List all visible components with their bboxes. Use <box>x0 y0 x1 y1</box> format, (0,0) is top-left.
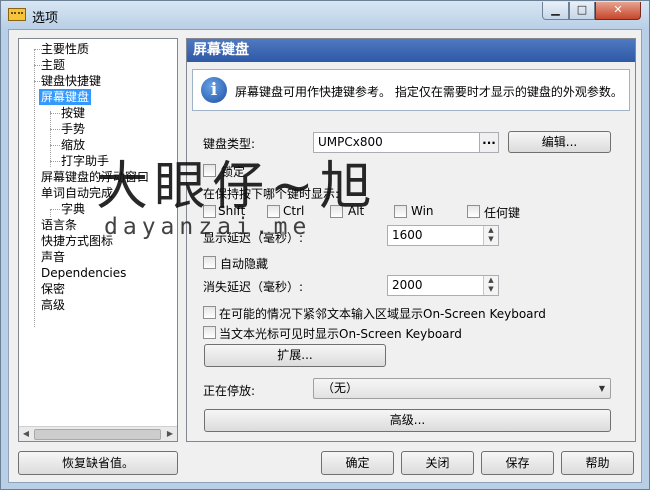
spin-down-icon[interactable]: ▼ <box>484 235 498 244</box>
tree-horizontal-scrollbar[interactable]: ◀ ▶ <box>19 426 177 441</box>
minimize-icon: ▁ <box>551 3 560 16</box>
caret-visible-checkbox[interactable] <box>203 326 216 339</box>
near-text-label: 在可能的情况下紧邻文本输入区域显示On-Screen Keyboard <box>219 307 546 321</box>
spin-up-icon[interactable]: ▲ <box>484 276 498 285</box>
tree-item-shortcuts[interactable]: 键盘快捷键 <box>41 73 101 89</box>
tree-item-dependencies[interactable]: Dependencies <box>41 265 126 281</box>
tree-item-zoom[interactable]: 缩放 <box>61 137 85 153</box>
shift-label: Shift <box>218 204 246 218</box>
tree-line <box>50 161 60 162</box>
docking-value: （无） <box>322 381 359 395</box>
maximize-icon: □ <box>576 3 588 16</box>
help-button[interactable]: 帮助 <box>561 451 634 475</box>
ok-button[interactable]: 确定 <box>321 451 394 475</box>
tree-line <box>50 113 60 114</box>
tree-line <box>50 209 60 210</box>
show-delay-spinner[interactable]: ▲ ▼ <box>483 226 498 245</box>
show-delay-label: 显示延迟（毫秒）: <box>203 231 304 245</box>
edit-keyboard-button[interactable]: 编辑... <box>508 131 611 153</box>
tree-line <box>34 49 35 327</box>
tree-item-sound[interactable]: 声音 <box>41 249 65 265</box>
info-box: i 屏幕键盘可用作快捷键参考。 指定仅在需要时才显示的键盘的外观参数。 <box>192 69 630 111</box>
panel-title: 屏幕键盘 <box>187 39 635 62</box>
auto-hide-checkbox[interactable] <box>203 256 216 269</box>
hide-delay-input[interactable]: 2000 ▲ ▼ <box>387 275 499 296</box>
close-button[interactable]: 关闭 <box>401 451 474 475</box>
tree-item-word-autocomplete[interactable]: 单词自动完成 <box>41 185 113 201</box>
alt-label: Alt <box>348 204 365 218</box>
win-checkbox[interactable] <box>394 205 407 218</box>
tree-item-keys[interactable]: 按键 <box>61 105 85 121</box>
lock-checkbox[interactable] <box>203 164 216 177</box>
ctrl-label: Ctrl <box>283 204 305 218</box>
alt-checkbox[interactable] <box>330 205 343 218</box>
any-key-checkbox[interactable] <box>467 205 480 218</box>
close-icon: ✕ <box>613 3 623 16</box>
show-delay-value: 1600 <box>392 228 423 242</box>
show-delay-input[interactable]: 1600 ▲ ▼ <box>387 225 499 246</box>
tree-item-theme[interactable]: 主题 <box>41 57 65 73</box>
near-text-checkbox[interactable] <box>203 306 216 319</box>
save-button[interactable]: 保存 <box>481 451 554 475</box>
info-icon: i <box>201 77 227 103</box>
lock-label: 锁定 <box>221 165 246 179</box>
tree-item-gestures[interactable]: 手势 <box>61 121 85 137</box>
dialog-client-area: 主要性质 主题 键盘快捷键 屏幕键盘 按键 手势 缩放 打字助手 屏幕键盘的浮动… <box>8 29 642 483</box>
restore-defaults-button[interactable]: 恢复缺省值。 <box>18 451 178 475</box>
close-window-button[interactable]: ✕ <box>595 2 641 20</box>
tree-item-main-properties[interactable]: 主要性质 <box>41 41 89 57</box>
hold-key-label: 在保持按下哪个键时显示: <box>203 187 340 201</box>
tree-item-shortcut-icons[interactable]: 快捷方式图标 <box>41 233 113 249</box>
tree-line <box>50 129 60 130</box>
minimize-button[interactable]: ▁ <box>542 2 569 20</box>
options-window: 选项 ▁ □ ✕ 主要性质 主题 键盘快捷键 屏幕键盘 按键 手势 缩放 打字助… <box>0 0 650 490</box>
browse-keyboard-button[interactable]: ... <box>479 133 498 152</box>
scroll-left-icon[interactable]: ◀ <box>19 427 33 441</box>
maximize-button[interactable]: □ <box>569 2 595 20</box>
scroll-right-icon[interactable]: ▶ <box>163 427 177 441</box>
onscreen-keyboard-panel: 屏幕键盘 i 屏幕键盘可用作快捷键参考。 指定仅在需要时才显示的键盘的外观参数。… <box>186 38 636 442</box>
scrollbar-thumb[interactable] <box>34 429 161 440</box>
tree-line <box>50 111 51 167</box>
keyboard-type-field[interactable]: UMPCx800 ... <box>313 132 499 153</box>
keyboard-type-label: 键盘类型: <box>203 137 256 151</box>
extend-button[interactable]: 扩展... <box>204 344 386 367</box>
ctrl-checkbox[interactable] <box>267 205 280 218</box>
tree-line <box>50 145 60 146</box>
info-text: 屏幕键盘可用作快捷键参考。 指定仅在需要时才显示的键盘的外观参数。 <box>235 85 623 99</box>
tree-item-language-bar[interactable]: 语言条 <box>41 217 77 233</box>
shift-checkbox[interactable] <box>203 205 216 218</box>
docking-select[interactable]: （无） ▼ <box>313 378 611 399</box>
hide-delay-spinner[interactable]: ▲ ▼ <box>483 276 498 295</box>
tree-item-floating-window[interactable]: 屏幕键盘的浮动窗口 <box>41 169 149 185</box>
hide-delay-value: 2000 <box>392 278 423 292</box>
tree-line <box>50 209 51 217</box>
window-title: 选项 <box>32 11 59 26</box>
docking-label: 正在停放: <box>203 384 256 398</box>
advanced-button[interactable]: 高级... <box>204 409 611 432</box>
auto-hide-label: 自动隐藏 <box>220 257 269 271</box>
tree-item-onscreen-keyboard[interactable]: 屏幕键盘 <box>39 89 92 105</box>
tree-item-privacy[interactable]: 保密 <box>41 281 65 297</box>
spin-down-icon[interactable]: ▼ <box>484 285 498 294</box>
any-key-label: 任何键 <box>484 206 521 220</box>
tree-item-advanced[interactable]: 高级 <box>41 297 65 313</box>
caret-visible-label: 当文本光标可见时显示On-Screen Keyboard <box>219 327 462 341</box>
keyboard-type-value: UMPCx800 <box>318 135 383 149</box>
win-label: Win <box>411 204 434 218</box>
tree-item-dictionary[interactable]: 字典 <box>61 201 85 217</box>
hide-delay-label: 消失延迟（毫秒）: <box>203 280 304 294</box>
keyboard-app-icon <box>8 8 26 21</box>
title-bar[interactable]: 选项 ▁ □ ✕ <box>1 1 649 29</box>
tree-item-typing-assistant[interactable]: 打字助手 <box>61 153 109 169</box>
chevron-down-icon: ▼ <box>598 384 605 393</box>
spin-up-icon[interactable]: ▲ <box>484 226 498 235</box>
options-tree[interactable]: 主要性质 主题 键盘快捷键 屏幕键盘 按键 手势 缩放 打字助手 屏幕键盘的浮动… <box>18 38 178 442</box>
